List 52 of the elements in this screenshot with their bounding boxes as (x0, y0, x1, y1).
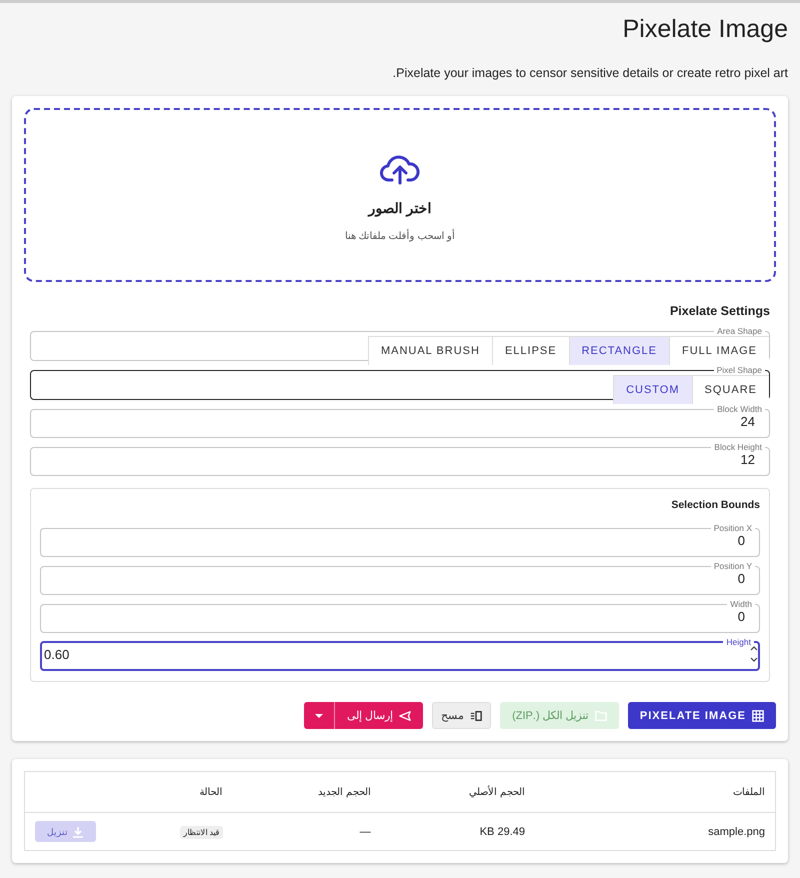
toggle-option[interactable]: FULL IMAGE (669, 336, 769, 365)
field-label: Width (729, 601, 753, 607)
field-label: Block Height (713, 444, 763, 450)
caret-icon (314, 714, 323, 718)
column-header: الملفات (535, 772, 776, 812)
panel-title: Selection Bounds (671, 499, 760, 511)
dropzone[interactable]: اختر الصور أو اسحب وأفلت ملفاتك هنا (24, 108, 776, 282)
page-title: Pixelate Image (622, 15, 788, 44)
status-chip: قيد الانتظار (180, 826, 223, 838)
toggle-option[interactable]: SQUARE (692, 375, 769, 404)
toggle-option[interactable]: CUSTOM (613, 375, 692, 404)
field-value: 12 (740, 452, 756, 467)
column-header: الحجم الجديد (232, 772, 381, 812)
field-value: 0 (736, 609, 746, 624)
table-cell: sample.png (535, 812, 776, 850)
field-label: Position Y (712, 563, 753, 569)
field-value: 0 (736, 571, 746, 586)
field-value: 24 (740, 414, 756, 429)
dropzone-hint: أو اسحب وأفلت ملفاتك هنا (344, 230, 456, 242)
download-icon (72, 826, 84, 838)
field-label: Position X (712, 525, 753, 531)
toggle-option[interactable]: MANUAL BRUSH (368, 336, 492, 365)
clear-button[interactable]: مسح (432, 702, 491, 729)
field-label: Height (725, 639, 752, 645)
column-header: الحجم الأصلي (380, 772, 535, 812)
input-field[interactable]: Position Y 0 (40, 563, 760, 595)
field-label: Pixel Shape (716, 367, 763, 373)
input-field[interactable]: Block Width 24 (30, 406, 770, 438)
toggle-option[interactable]: RECTANGLE (568, 336, 669, 365)
send-icon (398, 710, 411, 722)
dropdown-button[interactable] (304, 702, 335, 729)
input-field[interactable]: Width 0 (40, 601, 760, 633)
input-field[interactable]: Position X 0 (40, 525, 760, 557)
field-label: Area Shape (716, 328, 763, 334)
dropzone-title: اختر الصور (368, 200, 432, 216)
table-cell: 29.49 KB (380, 812, 535, 850)
send-to-button[interactable]: إرسال إلى (334, 702, 423, 729)
clear-list-icon (470, 710, 482, 722)
toggle-option[interactable]: ELLIPSE (492, 336, 569, 365)
column-header: الحالة (106, 772, 233, 812)
cloud-upload-icon (380, 154, 420, 186)
section-title: Pixelate Settings (670, 304, 770, 318)
pixelate-button[interactable]: PIXELATE IMAGE (628, 702, 776, 729)
input-field[interactable]: Height 0.60 (40, 639, 760, 671)
field-label: Block Width (716, 406, 763, 412)
grid-icon (752, 710, 764, 722)
table-cell: — (232, 812, 381, 850)
field-value: 0 (736, 533, 746, 548)
folder-icon (594, 710, 607, 722)
input-field[interactable]: Block Height 12 (30, 444, 770, 476)
field-value: 0.60 (43, 646, 70, 662)
page-description: Pixelate your images to censor sensitive details or create retro pixel art. (392, 66, 788, 80)
